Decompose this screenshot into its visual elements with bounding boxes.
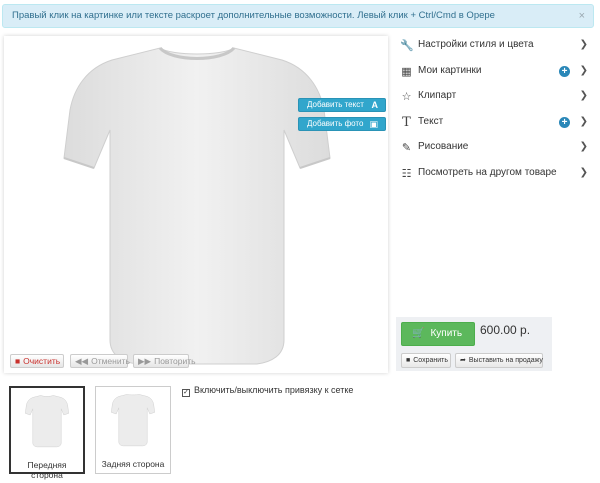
plus-circle-icon[interactable]: + bbox=[559, 116, 570, 128]
menu-item-label: Рисование bbox=[418, 141, 469, 153]
buy-button[interactable]: 🛒 Купить bbox=[401, 322, 475, 346]
sell-button[interactable]: ➦ Выставить на продажу bbox=[455, 353, 543, 368]
chevron-right-icon: ❯ bbox=[579, 115, 588, 127]
info-alert: Правый клик на картинке или тексте раскр… bbox=[2, 4, 594, 28]
side-thumb-front[interactable]: Передняя сторона bbox=[9, 386, 85, 480]
add-text-label: Добавить текст bbox=[307, 100, 364, 109]
products-icon: ☷ bbox=[401, 167, 412, 180]
image-icon: ▦ bbox=[401, 65, 412, 78]
buy-label: Купить bbox=[430, 328, 463, 339]
menu-item-style-settings[interactable]: 🔧 Настройки стиля и цвета ❯ bbox=[400, 36, 590, 62]
cart-icon: 🛒 bbox=[412, 328, 425, 339]
menu-item-my-images[interactable]: ▦ Мои картинки + ❯ bbox=[400, 62, 590, 88]
share-icon: ➦ bbox=[460, 357, 466, 364]
buy-panel: 🛒 Купить 600.00 р. ■ Сохранить ➦ Выставить … bbox=[396, 317, 552, 371]
side-label: Передняя сторона bbox=[27, 460, 67, 480]
chevron-right-icon: ❯ bbox=[579, 64, 588, 76]
menu-item-other-products[interactable]: ☷ Посмотреть на другом товаре ❯ bbox=[400, 164, 590, 190]
clear-button[interactable]: ■ Очистить bbox=[10, 354, 64, 368]
menu-item-text[interactable]: T Текст + ❯ bbox=[400, 113, 590, 139]
tools-menu: 🔧 Настройки стиля и цвета ❯ ▦ Мои картин… bbox=[400, 36, 590, 190]
backward-icon: ◀◀ bbox=[75, 356, 89, 366]
tshirt-front-thumbnail bbox=[25, 395, 69, 448]
price-value: 600.00 р. bbox=[480, 323, 531, 337]
text-icon: T bbox=[402, 114, 411, 130]
add-photo-label: Добавить фото bbox=[307, 119, 364, 128]
menu-item-label: Настройки стиля и цвета bbox=[418, 39, 534, 50]
side-thumb-back[interactable]: Задняя сторона bbox=[95, 386, 171, 474]
trash-icon: ■ bbox=[15, 356, 21, 366]
chevron-right-icon: ❯ bbox=[579, 90, 588, 102]
undo-label: Отменить bbox=[91, 356, 130, 366]
save-label: Сохранить bbox=[413, 357, 449, 364]
chevron-right-icon: ❯ bbox=[579, 166, 588, 178]
menu-item-label: Посмотреть на другом товаре bbox=[418, 166, 557, 178]
pencil-icon: ✎ bbox=[401, 142, 412, 155]
save-icon: ■ bbox=[406, 357, 411, 364]
forward-icon: ▶▶ bbox=[138, 356, 152, 366]
menu-item-drawing[interactable]: ✎ Рисование ❯ bbox=[400, 138, 590, 164]
add-photo-button[interactable]: Добавить фото ▣ bbox=[298, 117, 386, 131]
alert-text: Правый клик на картинке или тексте раскр… bbox=[12, 10, 495, 21]
tshirt-back-thumbnail bbox=[111, 394, 155, 447]
star-icon: ☆ bbox=[401, 91, 412, 104]
tshirt-front-image bbox=[63, 46, 331, 365]
side-label: Задняя сторона bbox=[101, 459, 165, 469]
design-canvas[interactable]: Добавить текст A Добавить фото ▣ bbox=[4, 36, 388, 373]
sell-label: Выставить на продажу bbox=[468, 357, 543, 364]
grid-snap-label: Включить/выключить привязку к сетке bbox=[194, 385, 354, 395]
close-icon[interactable]: × bbox=[579, 5, 585, 27]
add-text-button[interactable]: Добавить текст A bbox=[298, 98, 386, 112]
wrench-icon: 🔧 bbox=[400, 40, 414, 52]
photo-icon: ▣ bbox=[369, 119, 378, 129]
plus-circle-icon[interactable]: + bbox=[559, 65, 570, 77]
text-a-icon: A bbox=[371, 100, 379, 110]
chevron-right-icon: ❯ bbox=[579, 141, 588, 153]
redo-button[interactable]: ▶▶ Повторить bbox=[133, 354, 196, 368]
clear-label: Очистить bbox=[23, 356, 61, 366]
menu-item-clipart[interactable]: ☆ Клипарт ❯ bbox=[400, 87, 590, 113]
redo-label: Повторить bbox=[154, 356, 196, 366]
checkbox[interactable]: ✓ bbox=[182, 389, 190, 397]
save-button[interactable]: ■ Сохранить bbox=[401, 353, 451, 368]
menu-item-label: Текст bbox=[418, 115, 444, 127]
menu-item-label: Клипарт bbox=[418, 90, 457, 102]
undo-button[interactable]: ◀◀ Отменить bbox=[70, 354, 130, 368]
menu-item-label: Мои картинки bbox=[418, 64, 482, 76]
grid-snap-toggle[interactable]: ✓ Включить/выключить привязку к сетке bbox=[182, 385, 353, 397]
chevron-right-icon: ❯ bbox=[579, 39, 588, 50]
